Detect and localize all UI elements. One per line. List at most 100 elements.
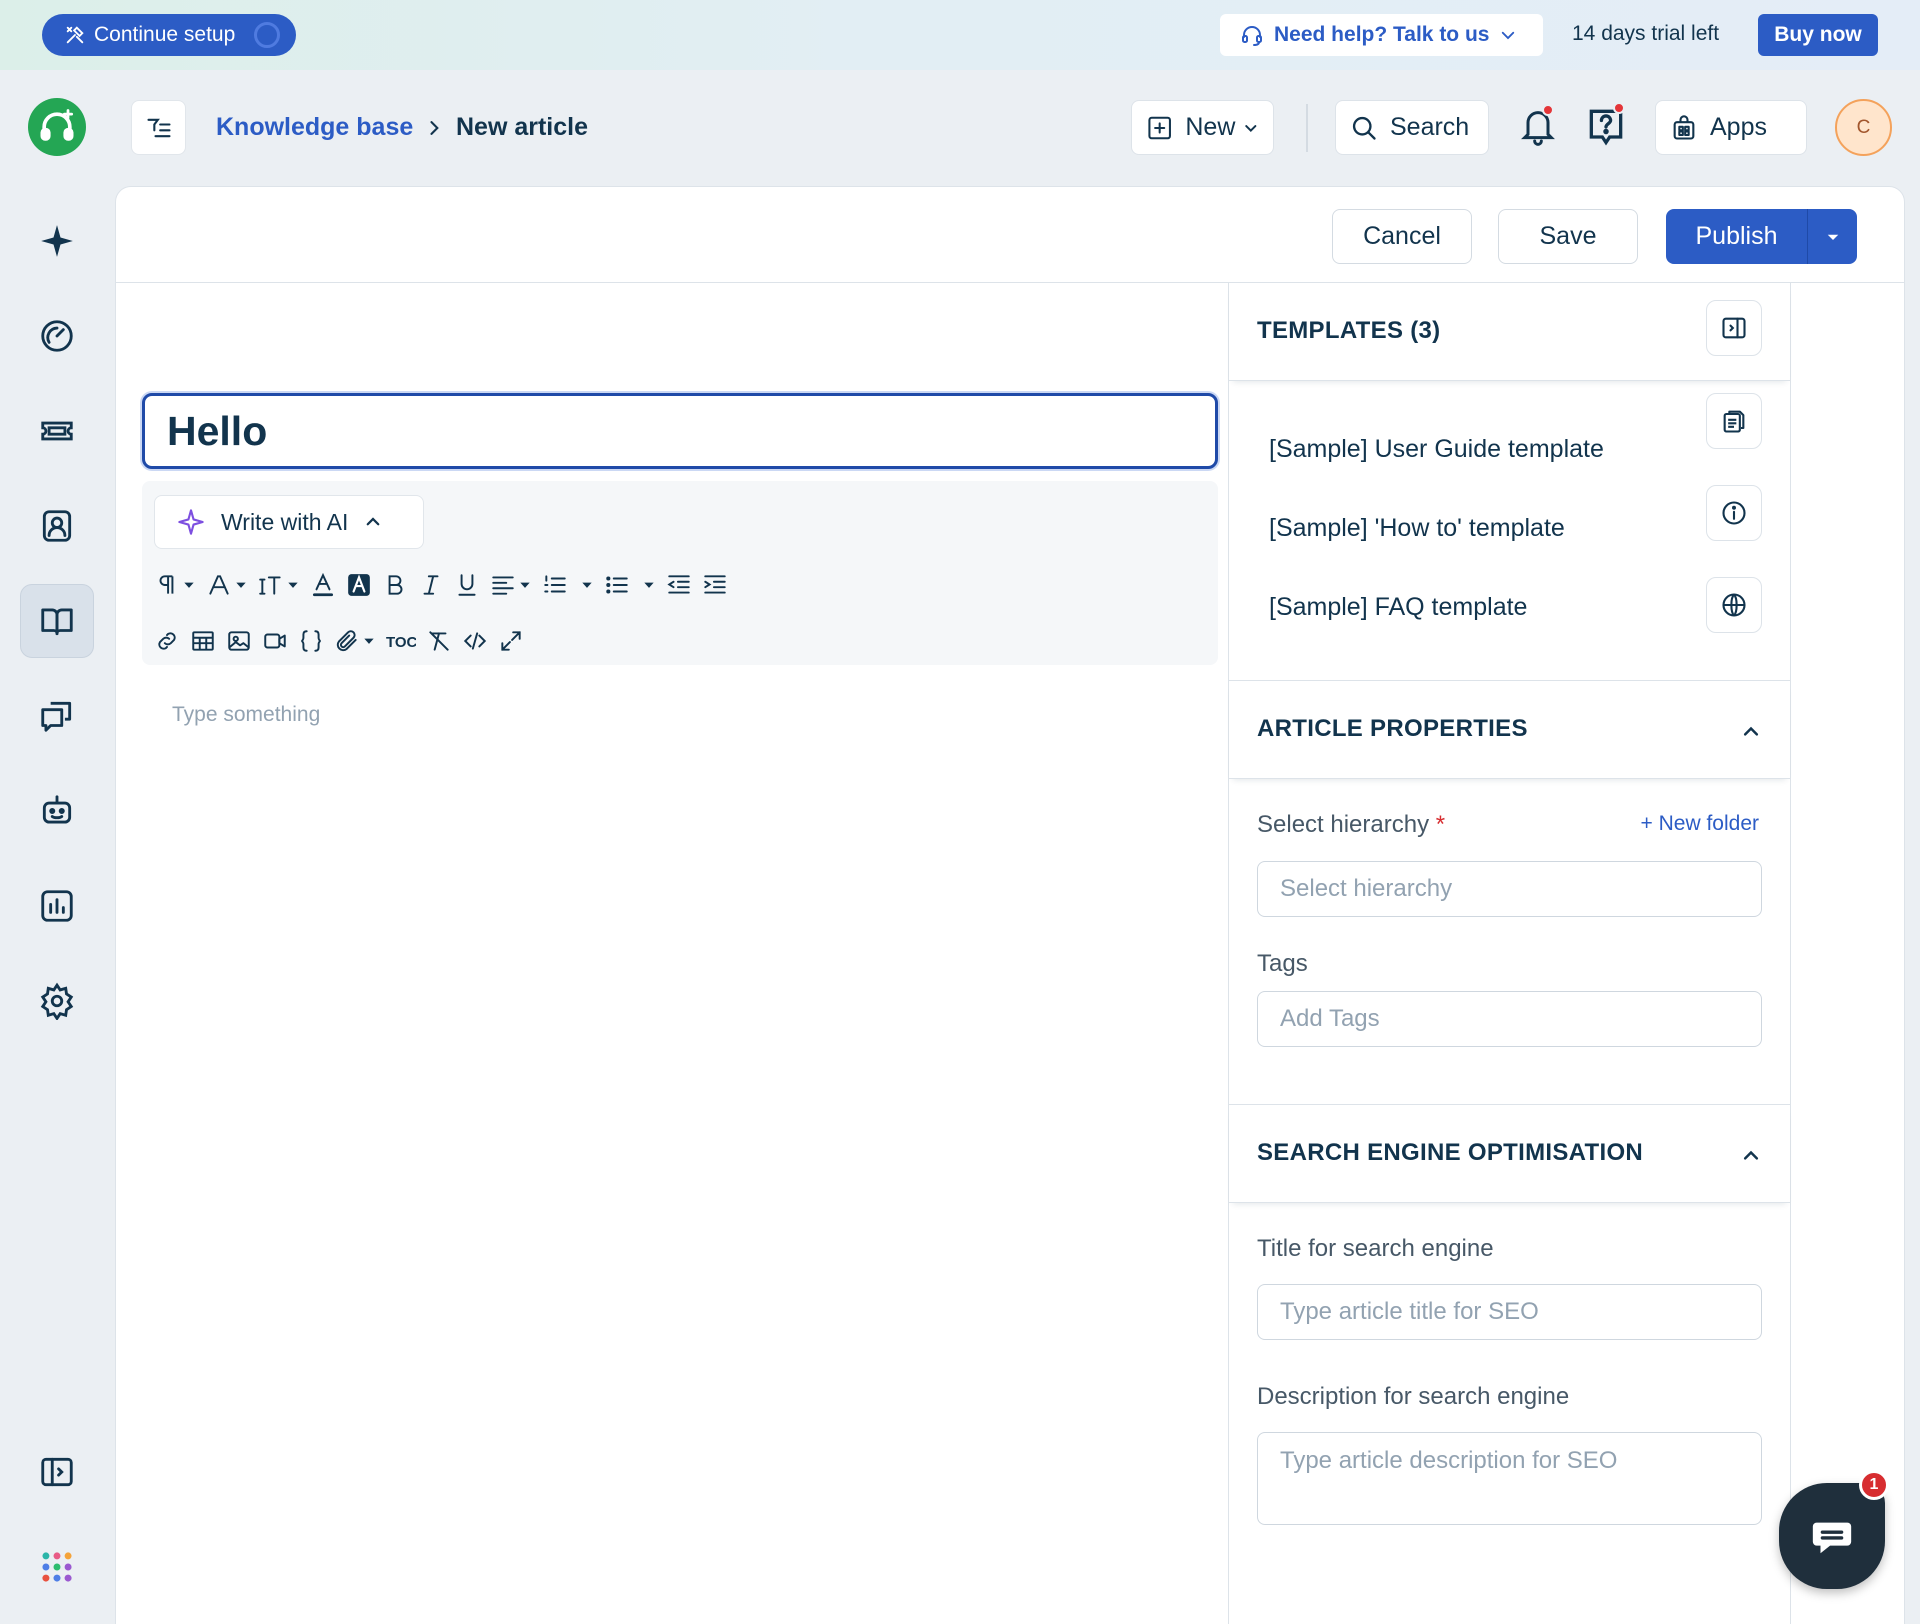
sidebar-item-reports[interactable] (20, 869, 94, 943)
seo-section-header[interactable]: SEARCH ENGINE OPTIMISATION (1229, 1105, 1790, 1203)
publish-button[interactable]: Publish (1666, 209, 1808, 264)
filter-toggle-button[interactable] (131, 100, 186, 155)
cancel-button[interactable]: Cancel (1332, 209, 1472, 264)
hierarchy-label: Select hierarchy * (1257, 811, 1445, 839)
article-body-editor[interactable]: Type something (172, 703, 320, 727)
bold-button[interactable] (382, 565, 408, 605)
publish-options-button[interactable] (1808, 209, 1857, 264)
sidebar-item-dashboard[interactable] (20, 299, 94, 373)
required-mark: * (1435, 811, 1446, 838)
tags-input[interactable] (1257, 991, 1762, 1047)
sidebar-item-knowledge-base[interactable] (20, 584, 94, 658)
indent-button[interactable] (702, 565, 728, 605)
ordered-list-options-button[interactable] (578, 565, 594, 605)
search-button[interactable]: Search (1335, 100, 1489, 155)
attachment-button[interactable] (334, 621, 376, 661)
analytics-icon (41, 890, 73, 922)
insert-code-snippet-button[interactable] (298, 621, 324, 661)
app-switcher[interactable] (20, 1530, 94, 1604)
tags-label: Tags (1257, 950, 1308, 977)
insert-table-button[interactable] (190, 621, 216, 661)
align-button[interactable] (490, 565, 532, 605)
chevron-down-icon (1245, 124, 1257, 132)
hierarchy-label-text: Select hierarchy (1257, 811, 1430, 838)
user-avatar[interactable]: C (1835, 99, 1892, 156)
seo-title-label: Title for search engine (1257, 1235, 1494, 1262)
sidebar-item-settings[interactable] (20, 964, 94, 1038)
article-properties-heading: ARTICLE PROPERTIES (1257, 715, 1528, 742)
gear-icon (40, 982, 74, 1020)
underline-button[interactable] (454, 565, 480, 605)
new-button[interactable]: New (1131, 100, 1274, 155)
new-folder-link[interactable]: + New folder (1641, 812, 1759, 836)
font-family-button[interactable] (206, 565, 248, 605)
templates-panel-button[interactable] (1706, 393, 1762, 449)
app-logo[interactable] (28, 98, 86, 156)
source-code-button[interactable] (462, 621, 488, 661)
insert-image-button[interactable] (226, 621, 252, 661)
templates-heading: TEMPLATES (3) (1257, 317, 1441, 344)
hierarchy-select[interactable] (1257, 861, 1762, 917)
translations-button[interactable] (1706, 577, 1762, 633)
font-size-button[interactable] (258, 565, 300, 605)
bullet-list-options-button[interactable] (640, 565, 656, 605)
chevron-right-icon (430, 121, 439, 135)
article-editor-card: Cancel Save Publish Write with AI (115, 186, 1905, 1624)
sidebar-expand-toggle[interactable] (20, 1435, 94, 1509)
continue-setup-button[interactable]: Continue setup (42, 14, 296, 56)
fullscreen-button[interactable] (498, 621, 524, 661)
save-button[interactable]: Save (1498, 209, 1638, 264)
caret-down-icon (1827, 234, 1838, 240)
template-item[interactable]: [Sample] User Guide template (1269, 435, 1604, 464)
header-divider (1306, 104, 1308, 152)
article-properties-section-header[interactable]: ARTICLE PROPERTIES (1229, 681, 1790, 779)
sidebar-item-ai[interactable] (20, 204, 94, 278)
caret-down-icon (520, 582, 530, 588)
help-dot (1613, 102, 1625, 114)
paperclip-icon (336, 630, 357, 652)
clear-format-icon (429, 631, 449, 651)
highlight-color-button[interactable] (346, 565, 372, 605)
paragraph-format-button[interactable] (154, 565, 196, 605)
text-color-button[interactable] (310, 565, 336, 605)
help-button[interactable]: Need help? Talk to us (1220, 14, 1543, 56)
bullet-list-button[interactable] (604, 565, 630, 605)
toolbar-row-insert: TOC (154, 621, 534, 661)
insert-video-button[interactable] (262, 621, 288, 661)
template-item[interactable]: [Sample] 'How to' template (1269, 514, 1565, 543)
clear-formatting-button[interactable] (426, 621, 452, 661)
outdent-icon (667, 575, 690, 594)
buy-now-button[interactable]: Buy now (1758, 14, 1878, 56)
numbered-list-icon (544, 575, 566, 593)
chevron-up-icon (367, 517, 380, 526)
panel-expand-icon (41, 1457, 73, 1487)
sidebar-item-contacts[interactable] (20, 489, 94, 563)
expand-icon (501, 631, 521, 651)
copy-document-icon (1723, 410, 1745, 433)
seo-description-input[interactable] (1257, 1432, 1762, 1525)
help-label: Need help? Talk to us (1274, 23, 1490, 46)
article-title-input[interactable] (142, 393, 1218, 469)
sidebar-item-bots[interactable] (20, 774, 94, 848)
panel-collapse-icon (1722, 317, 1746, 339)
seo-title-input[interactable] (1257, 1284, 1762, 1340)
sidebar-item-conversations[interactable] (20, 679, 94, 753)
breadcrumb-knowledge-base[interactable]: Knowledge base (216, 113, 413, 142)
write-with-ai-button[interactable]: Write with AI (154, 495, 424, 549)
apps-button[interactable]: Apps (1655, 100, 1807, 155)
bold-icon (388, 575, 403, 595)
ordered-list-button[interactable] (542, 565, 568, 605)
outdent-button[interactable] (666, 565, 692, 605)
italic-button[interactable] (418, 565, 444, 605)
write-with-ai-label: Write with AI (221, 508, 349, 535)
toggle-side-panel-button[interactable] (1706, 300, 1762, 356)
article-info-button[interactable] (1706, 485, 1762, 541)
sidebar-item-tickets[interactable] (20, 394, 94, 468)
insert-link-button[interactable] (154, 621, 180, 661)
font-icon (209, 575, 229, 595)
chevron-down-icon (1499, 26, 1517, 44)
insert-toc-button[interactable]: TOC (386, 621, 416, 661)
template-item[interactable]: [Sample] FAQ template (1269, 593, 1527, 622)
text-color-icon (312, 572, 334, 597)
filter-list-icon (146, 118, 171, 137)
